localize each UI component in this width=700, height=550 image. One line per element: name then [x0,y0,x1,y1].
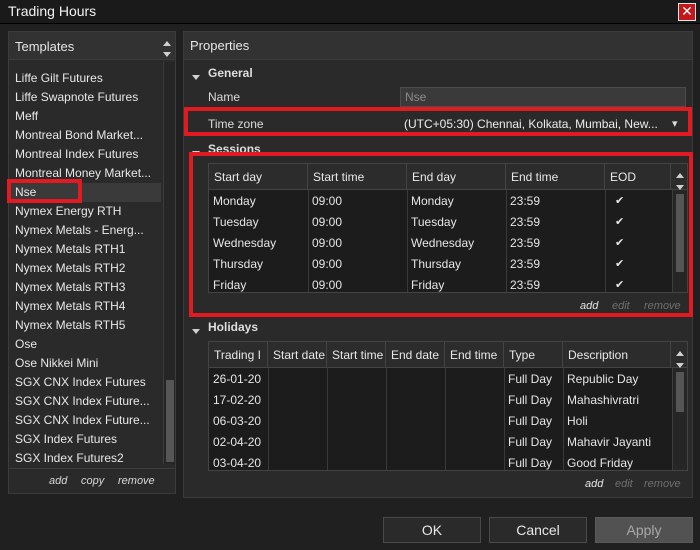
column-header[interactable]: Start date [268,342,327,368]
general-section-title: General [208,66,253,80]
holidays-scrollbar[interactable] [672,368,687,470]
properties-header [184,32,692,60]
copy-template-link[interactable]: copy [81,475,104,487]
table-cell: 26-01-20 [213,372,262,386]
add-template-link[interactable]: add [49,475,67,487]
list-item[interactable]: Nymex Energy RTH [15,202,155,221]
list-item[interactable]: Ose [15,335,155,354]
list-item[interactable]: Liffe Swapnote Futures [15,88,155,107]
list-item[interactable]: SGX CNX Index Future... [15,392,155,411]
ok-button[interactable]: OK [383,517,481,543]
table-cell: 02-04-20 [213,435,262,449]
list-item[interactable]: Nymex Metals RTH2 [15,259,155,278]
table-cell: 06-03-20 [213,414,262,428]
table-row[interactable]: 02-04-20 Full Day Mahavir Jayanti [209,432,671,453]
name-input[interactable]: Nse [400,87,686,107]
properties-title: Properties [190,38,250,53]
templates-scrollbar[interactable] [163,62,175,464]
selected-template-highlight [7,179,82,203]
table-cell: Holi [567,414,588,428]
list-item[interactable]: Liffe Gilt Futures [15,69,155,88]
list-item[interactable]: Nymex Metals RTH4 [15,297,155,316]
column-header[interactable]: End time [445,342,504,368]
collapse-icon[interactable] [192,323,200,337]
column-header[interactable]: Start time [327,342,386,368]
list-item[interactable]: SGX CNX Index Futures [15,373,155,392]
column-header[interactable]: Description [563,342,671,368]
holidays-section-title: Holidays [208,320,259,334]
add-holiday-link[interactable]: add [585,478,603,490]
templates-title: Templates [15,39,75,54]
sort-down-icon[interactable] [163,46,171,60]
edit-holiday-link[interactable]: edit [615,478,633,490]
table-row[interactable]: 06-03-20 Full Day Holi [209,411,671,432]
table-row[interactable]: 17-02-20 Full Day Mahashivratri [209,390,671,411]
table-cell: Mahavir Jayanti [567,435,652,449]
table-cell: 03-04-20 [213,456,262,470]
list-item[interactable]: Nymex Metals RTH3 [15,278,155,297]
holidays-grid: Trading I Start date Start time End date… [208,341,688,471]
timezone-highlight [184,107,692,136]
table-row[interactable]: 03-04-20 Full Day Good Friday [209,453,671,470]
column-header[interactable]: Type [504,342,563,368]
list-item[interactable]: Montreal Bond Market... [15,126,155,145]
table-cell: Good Friday [567,456,634,470]
remove-holiday-link[interactable]: remove [644,478,681,490]
list-item[interactable]: Meff [15,107,155,126]
holidays-header-row: Trading I Start date Start time End date… [209,342,687,368]
list-item[interactable]: SGX Index Futures2 [15,449,155,468]
sessions-highlight [189,152,693,317]
table-row[interactable]: 26-01-20 Full Day Republic Day [209,369,671,390]
templates-panel: Templates Liffe Gilt Futures Liffe Swapn… [8,31,176,494]
list-item[interactable]: SGX CNX Index Future... [15,411,155,430]
scrollbar-thumb[interactable] [166,380,174,462]
table-cell: Mahashivratri [567,393,640,407]
list-item[interactable]: SGX Index Futures [15,430,155,449]
name-label: Name [208,90,241,104]
column-header[interactable]: End date [386,342,445,368]
apply-button[interactable]: Apply [595,517,693,543]
table-cell: Full Day [508,435,553,449]
templates-list: Liffe Gilt Futures Liffe Swapnote Future… [9,69,163,469]
table-cell: Full Day [508,393,553,407]
close-button[interactable]: ✕ [678,3,696,21]
divider [9,468,175,469]
remove-template-link[interactable]: remove [118,475,155,487]
window-title: Trading Hours [8,3,97,19]
list-item[interactable]: Nymex Metals RTH1 [15,240,155,259]
table-cell: Full Day [508,414,553,428]
list-item[interactable]: Ose Nikkei Mini [15,354,155,373]
table-cell: Republic Day [567,372,639,386]
title-bar [0,0,700,24]
table-cell: Full Day [508,456,553,470]
cancel-button[interactable]: Cancel [489,517,587,543]
column-header[interactable]: Trading I [209,342,268,368]
scrollbar-thumb[interactable] [676,372,684,412]
collapse-icon[interactable] [192,69,200,83]
table-cell: 17-02-20 [213,393,262,407]
list-item[interactable]: Montreal Index Futures [15,145,155,164]
table-cell: Full Day [508,372,553,386]
list-item[interactable]: Nymex Metals - Energ... [15,221,155,240]
list-item[interactable]: Nymex Metals RTH5 [15,316,155,335]
